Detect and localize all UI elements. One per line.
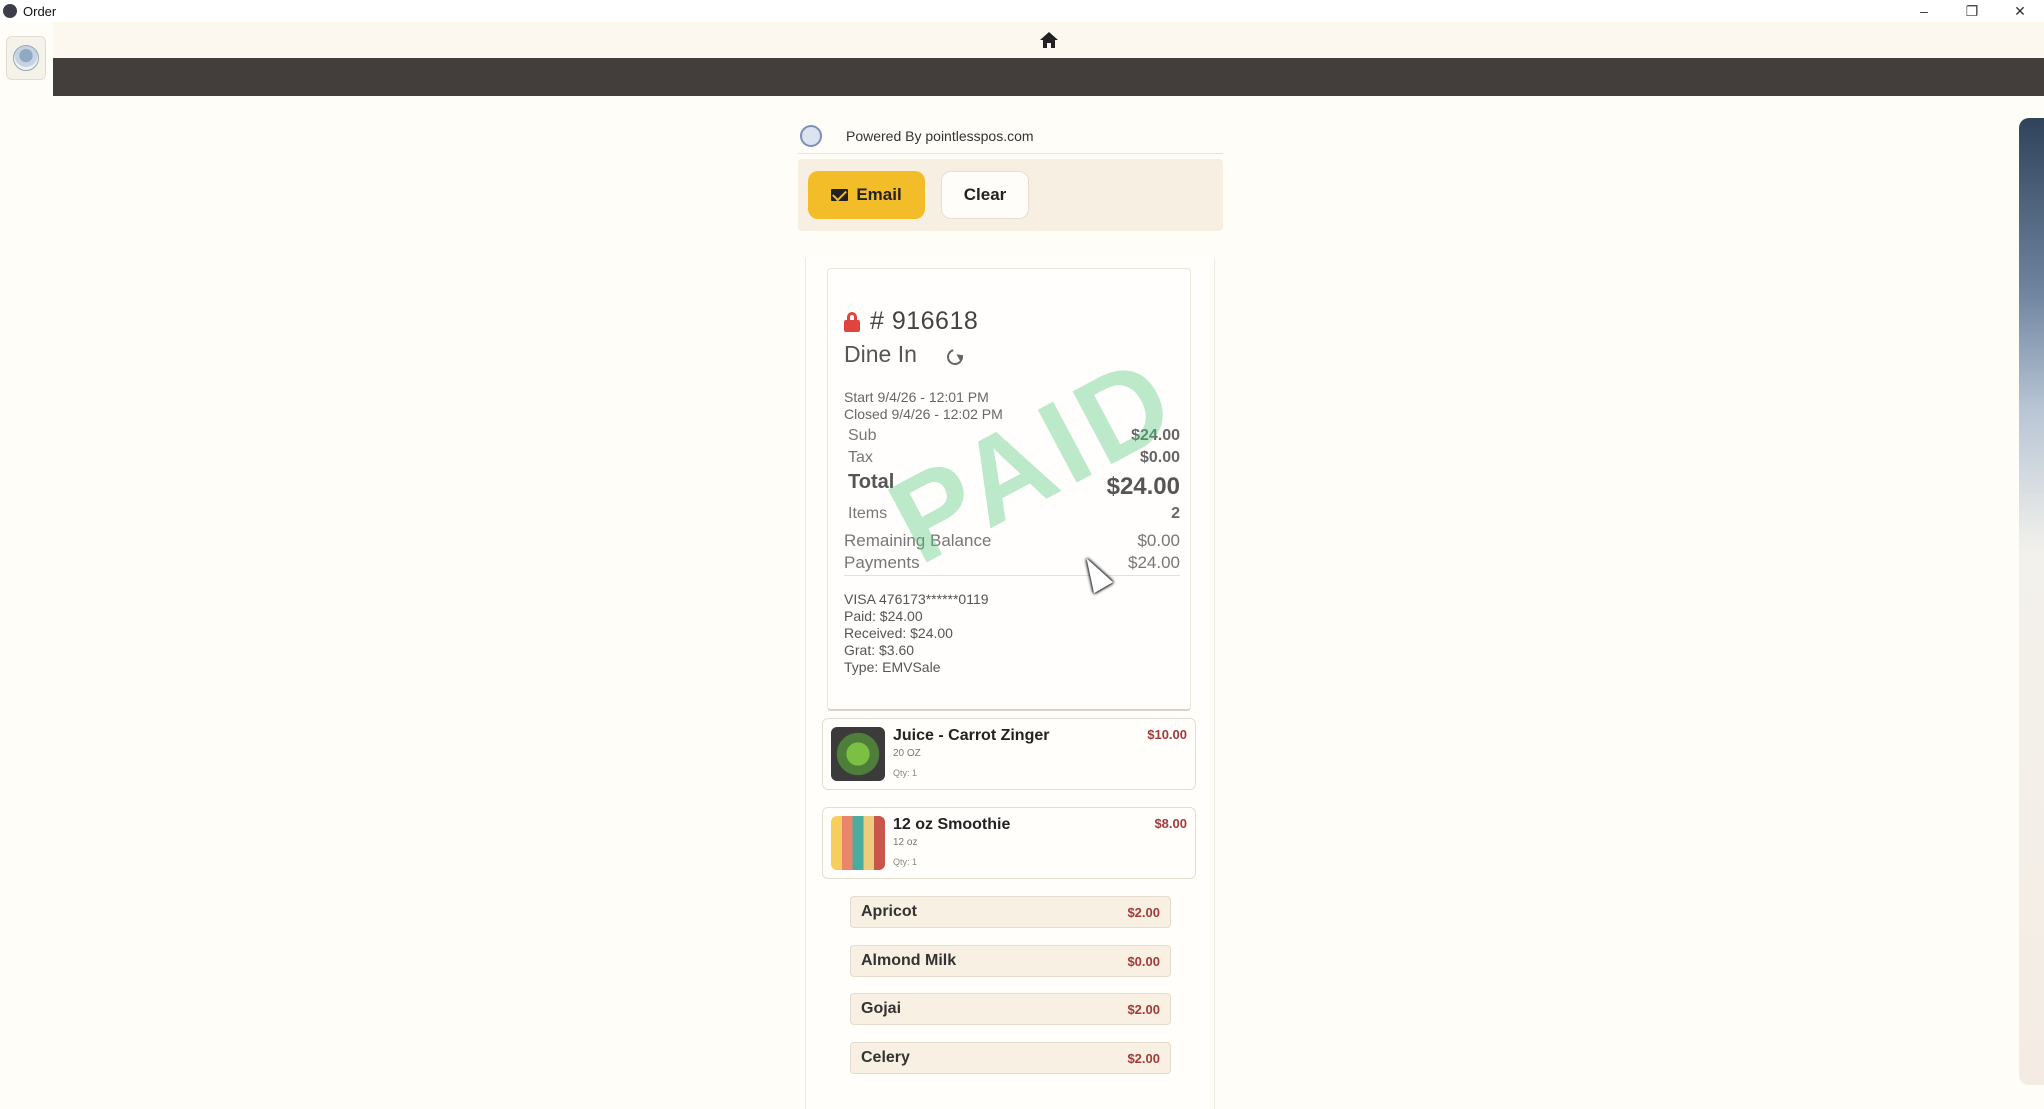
gratuity-amount: Grat: $3.60	[844, 642, 915, 658]
subtotal-label: Sub	[848, 427, 877, 444]
items-count: 2	[1171, 505, 1180, 522]
modifier-name: Almond Milk	[861, 952, 957, 969]
total-row: Total $24.00	[844, 471, 1180, 501]
order-type: Dine In	[844, 341, 917, 367]
powered-by-text: Powered By pointlesspos.com	[846, 127, 1034, 144]
item-price: $8.00	[1154, 816, 1187, 831]
app-icon	[3, 4, 17, 18]
minimize-button[interactable]: –	[1900, 0, 1948, 22]
avatar[interactable]	[6, 36, 46, 80]
modifier-price: $2.00	[1127, 1001, 1160, 1017]
order-times: Start 9/4/26 - 12:01 PM Closed 9/4/26 - …	[844, 389, 1003, 423]
window-titlebar: Order – ❐ ✕	[0, 0, 2044, 22]
modifier-name: Apricot	[861, 903, 917, 920]
home-icon[interactable]	[1039, 32, 1058, 48]
items-label: Items	[848, 505, 888, 522]
modifier-price: $2.00	[1127, 904, 1160, 920]
close-button[interactable]: ✕	[1996, 0, 2044, 22]
item-qty: Qty: 1	[893, 857, 918, 867]
mail-icon	[831, 189, 849, 201]
item-name: Juice - Carrot Zinger	[893, 727, 1050, 744]
order-number: # 916618	[870, 307, 979, 335]
side-panel-edge[interactable]	[2019, 118, 2044, 1085]
avatar-image	[13, 45, 39, 71]
clear-button-label: Clear	[963, 185, 1007, 204]
tax-value: $0.00	[1139, 449, 1180, 466]
items-row: Items 2	[844, 505, 1180, 523]
item-size: 20 OZ	[893, 748, 921, 759]
modifier-row[interactable]: Celery $2.00	[850, 1042, 1171, 1074]
order-header: # 916618	[844, 307, 978, 336]
email-button[interactable]: Email	[808, 171, 925, 219]
restore-button[interactable]: ❐	[1948, 0, 1996, 22]
payment-details: VISA 476173******0119 Paid: $24.00 Recei…	[844, 591, 989, 676]
modifier-name: Celery	[861, 1049, 910, 1066]
subtotal-row: Sub $24.00	[844, 427, 1180, 445]
closed-time: Closed 9/4/26 - 12:02 PM	[844, 406, 1003, 422]
email-button-label: Email	[856, 185, 902, 204]
paid-amount: Paid: $24.00	[844, 608, 923, 624]
pointlesspos-logo-icon	[800, 124, 822, 147]
item-qty: Qty: 1	[893, 768, 918, 778]
clear-button[interactable]: Clear	[941, 171, 1029, 219]
home-bar	[53, 22, 2044, 58]
remaining-balance-row: Remaining Balance $0.00	[844, 531, 1180, 551]
modifier-price: $0.00	[1127, 953, 1160, 969]
modifier-price: $2.00	[1127, 1050, 1160, 1066]
payments-value: $24.00	[1128, 553, 1180, 572]
card-number: VISA 476173******0119	[844, 591, 989, 607]
payments-row: Payments $24.00	[844, 553, 1180, 573]
item-image	[831, 727, 885, 781]
window-title: Order	[23, 3, 57, 19]
start-time: Start 9/4/26 - 12:01 PM	[844, 389, 989, 405]
refresh-icon[interactable]	[943, 345, 966, 368]
item-price: $10.00	[1147, 727, 1187, 742]
payments-label: Payments	[844, 553, 920, 572]
modifier-row[interactable]: Almond Milk $0.00	[850, 945, 1171, 977]
modifier-name: Gojai	[861, 1000, 902, 1017]
tax-label: Tax	[848, 449, 873, 466]
modifier-row[interactable]: Gojai $2.00	[850, 993, 1171, 1025]
order-item[interactable]: Juice - Carrot Zinger 20 OZ Qty: 1 $10.0…	[822, 718, 1196, 790]
order-item[interactable]: 12 oz Smoothie 12 oz Qty: 1 $8.00	[822, 807, 1196, 879]
item-image	[831, 816, 885, 870]
order-type-row: Dine In	[844, 341, 966, 368]
total-value: $24.00	[1106, 473, 1180, 500]
total-label: Total	[848, 471, 895, 493]
header-bar	[53, 58, 2044, 96]
receipt-card: # 916618 Dine In Start 9/4/26 - 12:01 PM…	[827, 268, 1191, 711]
action-bar: Email Clear	[798, 159, 1223, 231]
window-controls: – ❐ ✕	[1900, 0, 2044, 22]
remaining-balance-label: Remaining Balance	[844, 531, 992, 550]
subtotal-value: $24.00	[1131, 427, 1180, 444]
divider	[844, 575, 1180, 576]
tax-row: Tax $0.00	[844, 449, 1180, 467]
item-name: 12 oz Smoothie	[893, 816, 1011, 833]
item-size: 12 oz	[893, 837, 918, 848]
payment-type: Type: EMVSale	[844, 659, 941, 675]
modifier-row[interactable]: Apricot $2.00	[850, 896, 1171, 928]
powered-by-bar: Powered By pointlesspos.com	[798, 118, 1223, 154]
lock-icon	[844, 311, 860, 332]
remaining-balance-value: $0.00	[1137, 531, 1180, 550]
received-amount: Received: $24.00	[844, 625, 953, 641]
